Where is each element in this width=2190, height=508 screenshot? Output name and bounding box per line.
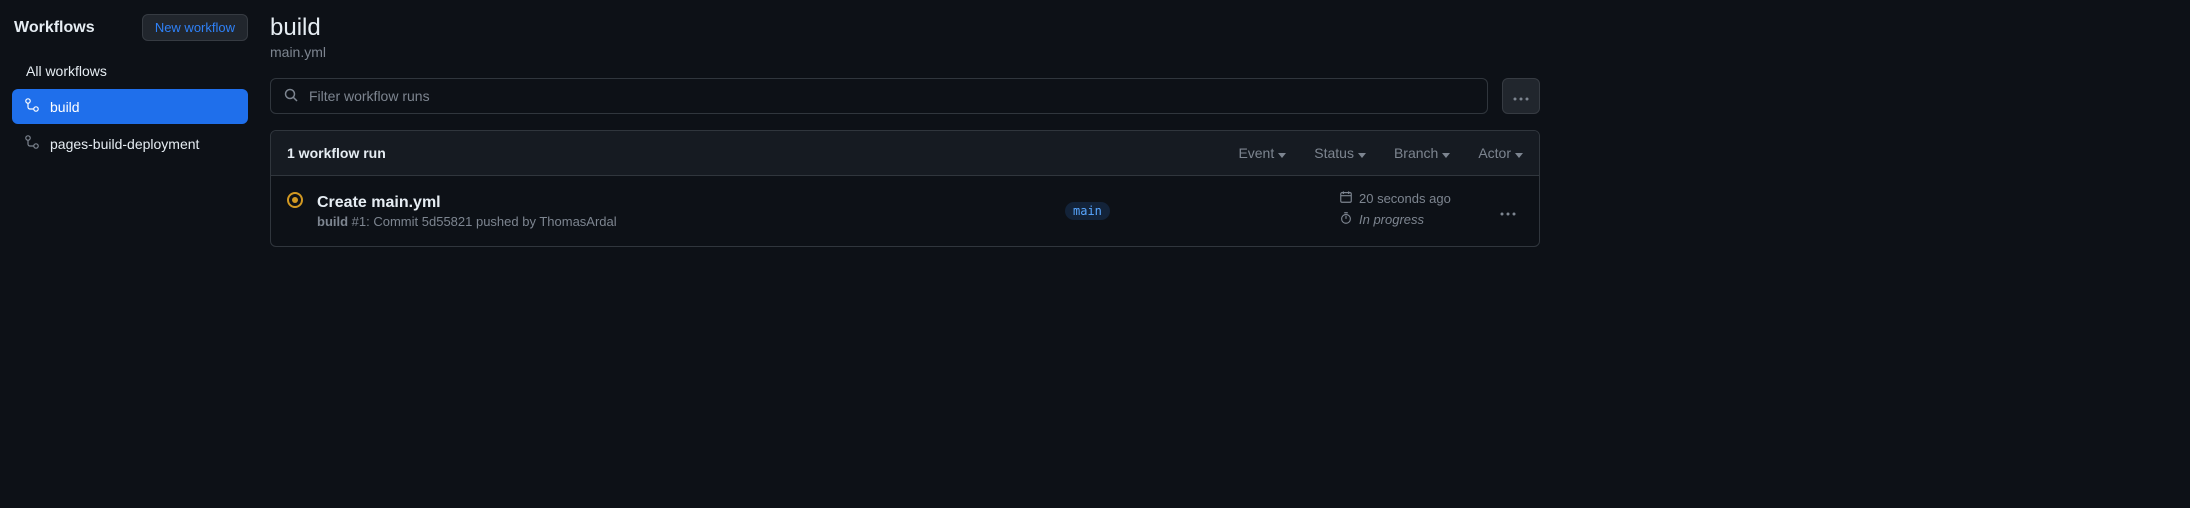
- sidebar-header: Workflows New workflow: [12, 14, 248, 41]
- filter-status[interactable]: Status: [1314, 145, 1366, 161]
- new-workflow-button[interactable]: New workflow: [142, 14, 248, 41]
- run-subtitle: build #1: Commit 5d55821 pushed by Thoma…: [317, 214, 1051, 229]
- runs-header: 1 workflow run Event Status Branch Actor: [271, 131, 1539, 176]
- kebab-icon: [1513, 89, 1529, 104]
- sidebar-item-build[interactable]: build: [12, 89, 248, 124]
- run-workflow-name: build: [317, 214, 348, 229]
- run-row[interactable]: Create main.yml build #1: Commit 5d55821…: [271, 176, 1539, 246]
- filter-input-wrap[interactable]: [270, 78, 1488, 114]
- duration: In progress: [1359, 212, 1424, 227]
- sidebar-item-label: All workflows: [26, 63, 107, 79]
- caret-down-icon: [1278, 145, 1286, 161]
- sidebar: Workflows New workflow All workflows bui…: [0, 0, 260, 362]
- filter-input[interactable]: [309, 88, 1475, 104]
- run-main: Create main.yml build #1: Commit 5d55821…: [317, 194, 1051, 229]
- stopwatch-icon: [1339, 211, 1353, 228]
- page-title: build: [270, 14, 1540, 42]
- meta-column: 20 seconds ago In progress: [1339, 190, 1479, 232]
- more-options-button[interactable]: [1502, 78, 1540, 114]
- sidebar-item-label: pages-build-deployment: [50, 136, 199, 152]
- status-in-progress-icon: [287, 192, 303, 208]
- run-description: : Commit 5d55821 pushed by ThomasArdal: [366, 214, 617, 229]
- filter-row: [270, 78, 1540, 114]
- duration-line: In progress: [1339, 211, 1479, 228]
- filter-label: Event: [1238, 145, 1274, 161]
- branch-column: main: [1065, 202, 1325, 220]
- runs-count: 1 workflow run: [287, 145, 386, 161]
- time-ago: 20 seconds ago: [1359, 191, 1451, 206]
- sidebar-item-all-workflows[interactable]: All workflows: [12, 55, 248, 87]
- filter-actor[interactable]: Actor: [1478, 145, 1523, 161]
- sidebar-item-label: build: [50, 99, 80, 115]
- filter-label: Actor: [1478, 145, 1511, 161]
- workflow-icon: [24, 134, 40, 153]
- sidebar-title: Workflows: [14, 19, 95, 37]
- filter-branch[interactable]: Branch: [1394, 145, 1450, 161]
- page-subtitle: main.yml: [270, 44, 1540, 60]
- run-number: #1: [352, 214, 366, 229]
- runs-filters: Event Status Branch Actor: [1238, 145, 1523, 161]
- sidebar-item-pages-build-deployment[interactable]: pages-build-deployment: [12, 126, 248, 161]
- time-ago-line: 20 seconds ago: [1339, 190, 1479, 207]
- runs-box: 1 workflow run Event Status Branch Actor: [270, 130, 1540, 247]
- filter-label: Status: [1314, 145, 1354, 161]
- branch-badge[interactable]: main: [1065, 202, 1110, 220]
- caret-down-icon: [1358, 145, 1366, 161]
- caret-down-icon: [1442, 145, 1450, 161]
- main: build main.yml 1 workflow run Event: [260, 0, 1560, 362]
- run-title[interactable]: Create main.yml: [317, 194, 1051, 212]
- kebab-icon: [1500, 203, 1516, 219]
- calendar-icon: [1339, 190, 1353, 207]
- search-icon: [283, 87, 299, 106]
- workflow-icon: [24, 97, 40, 116]
- filter-label: Branch: [1394, 145, 1438, 161]
- filter-event[interactable]: Event: [1238, 145, 1286, 161]
- caret-down-icon: [1515, 145, 1523, 161]
- run-row-menu-button[interactable]: [1493, 203, 1523, 219]
